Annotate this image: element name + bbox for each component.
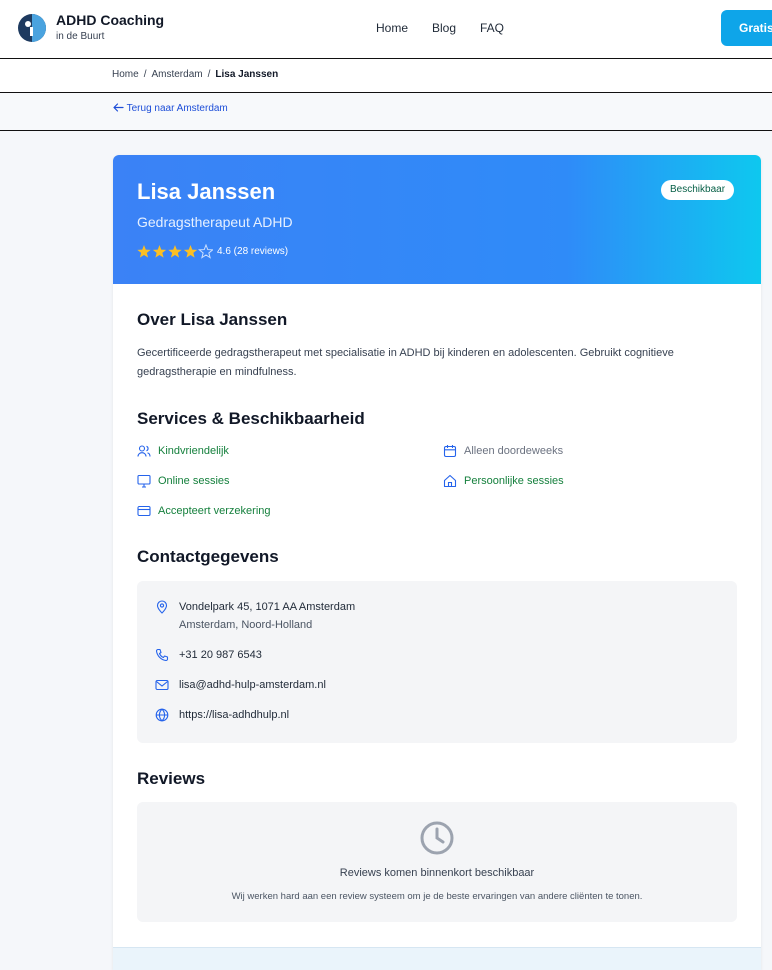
reviews-heading: Reviews [137,769,206,788]
card-footer [113,947,761,970]
profile-role: Gedragstherapeut ADHD [137,214,293,230]
phone-number: +31 20 987 6543 [179,649,262,661]
calendar-icon [443,445,457,458]
contact-heading: Contactgegevens [137,547,279,566]
back-bar: Terug naar Amsterdam [0,93,772,131]
nav-faq[interactable]: FAQ [480,21,504,35]
credit-card-icon [137,505,151,517]
back-link-label: Terug naar Amsterdam [126,103,228,114]
breadcrumb-separator: / [207,69,211,80]
brand-title[interactable]: ADHD Coaching [56,12,164,28]
clock-icon [420,821,454,855]
service-label: Alleen doordeweeks [464,445,564,457]
availability-badge: Beschikbaar [661,180,735,200]
home-icon [443,474,457,488]
cta-button[interactable]: Gratis [721,10,772,46]
map-pin-icon [156,600,168,614]
monitor-icon [137,474,151,488]
services-heading: Services & Beschikbaarheid [137,409,365,428]
reviews-placeholder: Reviews komen binnenkort beschikbaar Wij… [137,802,737,922]
brand-subtitle: in de Buurt [56,31,105,42]
service-label: Online sessies [158,475,230,487]
about-text: Gecertificeerde gedragstherapeut met spe… [137,347,674,378]
phone-icon [155,648,169,662]
star-icon [152,245,167,258]
nav-blog[interactable]: Blog [432,21,456,35]
breadcrumb-city[interactable]: Amsterdam [151,69,202,80]
nav-home[interactable]: Home [376,21,408,35]
profile-name: Lisa Janssen [137,179,276,204]
site-header: ADHD Coaching in de Buurt Home Blog FAQ … [0,0,772,59]
breadcrumb-bar: Home / Amsterdam / Lisa Janssen [0,59,772,93]
breadcrumb: Home / Amsterdam / Lisa Janssen [112,69,278,80]
arrow-left-icon [113,103,124,112]
star-icon [198,244,213,259]
contact-box: Vondelpark 45, 1071 AA Amsterdam Amsterd… [137,581,737,743]
breadcrumb-current: Lisa Janssen [215,69,279,80]
region-line: Amsterdam, Noord-Holland [179,619,313,631]
reviews-title: Reviews komen binnenkort beschikbaar [339,867,535,879]
profile-card: Lisa Janssen Gedragstherapeut ADHD 4.6 (… [113,155,761,970]
star-icon [137,245,151,258]
address-line: Vondelpark 45, 1071 AA Amsterdam [179,601,356,613]
breadcrumb-separator: / [143,69,147,80]
globe-icon [155,708,169,722]
breadcrumb-home[interactable]: Home [112,69,139,80]
service-label: Kindvriendelijk [158,445,229,457]
email-address: lisa@adhd-hulp-amsterdam.nl [179,679,326,691]
reviews-subtitle: Wij werken hard aan een review systeem o… [231,891,643,902]
logo-icon[interactable] [17,13,47,43]
star-icon [183,245,198,258]
profile-hero: Lisa Janssen Gedragstherapeut ADHD 4.6 (… [113,155,761,284]
star-rating [137,244,213,259]
users-icon [137,445,151,457]
about-heading: Over Lisa Janssen [137,310,288,329]
service-label: Accepteert verzekering [158,505,271,517]
star-icon [168,245,182,258]
website-link: https://lisa-adhdhulp.nl [179,709,290,721]
service-label: Persoonlijke sessies [464,475,564,487]
mail-icon [155,679,169,691]
back-link[interactable]: Terug naar Amsterdam [113,103,228,114]
rating-text: 4.6 (28 reviews) [217,246,289,257]
